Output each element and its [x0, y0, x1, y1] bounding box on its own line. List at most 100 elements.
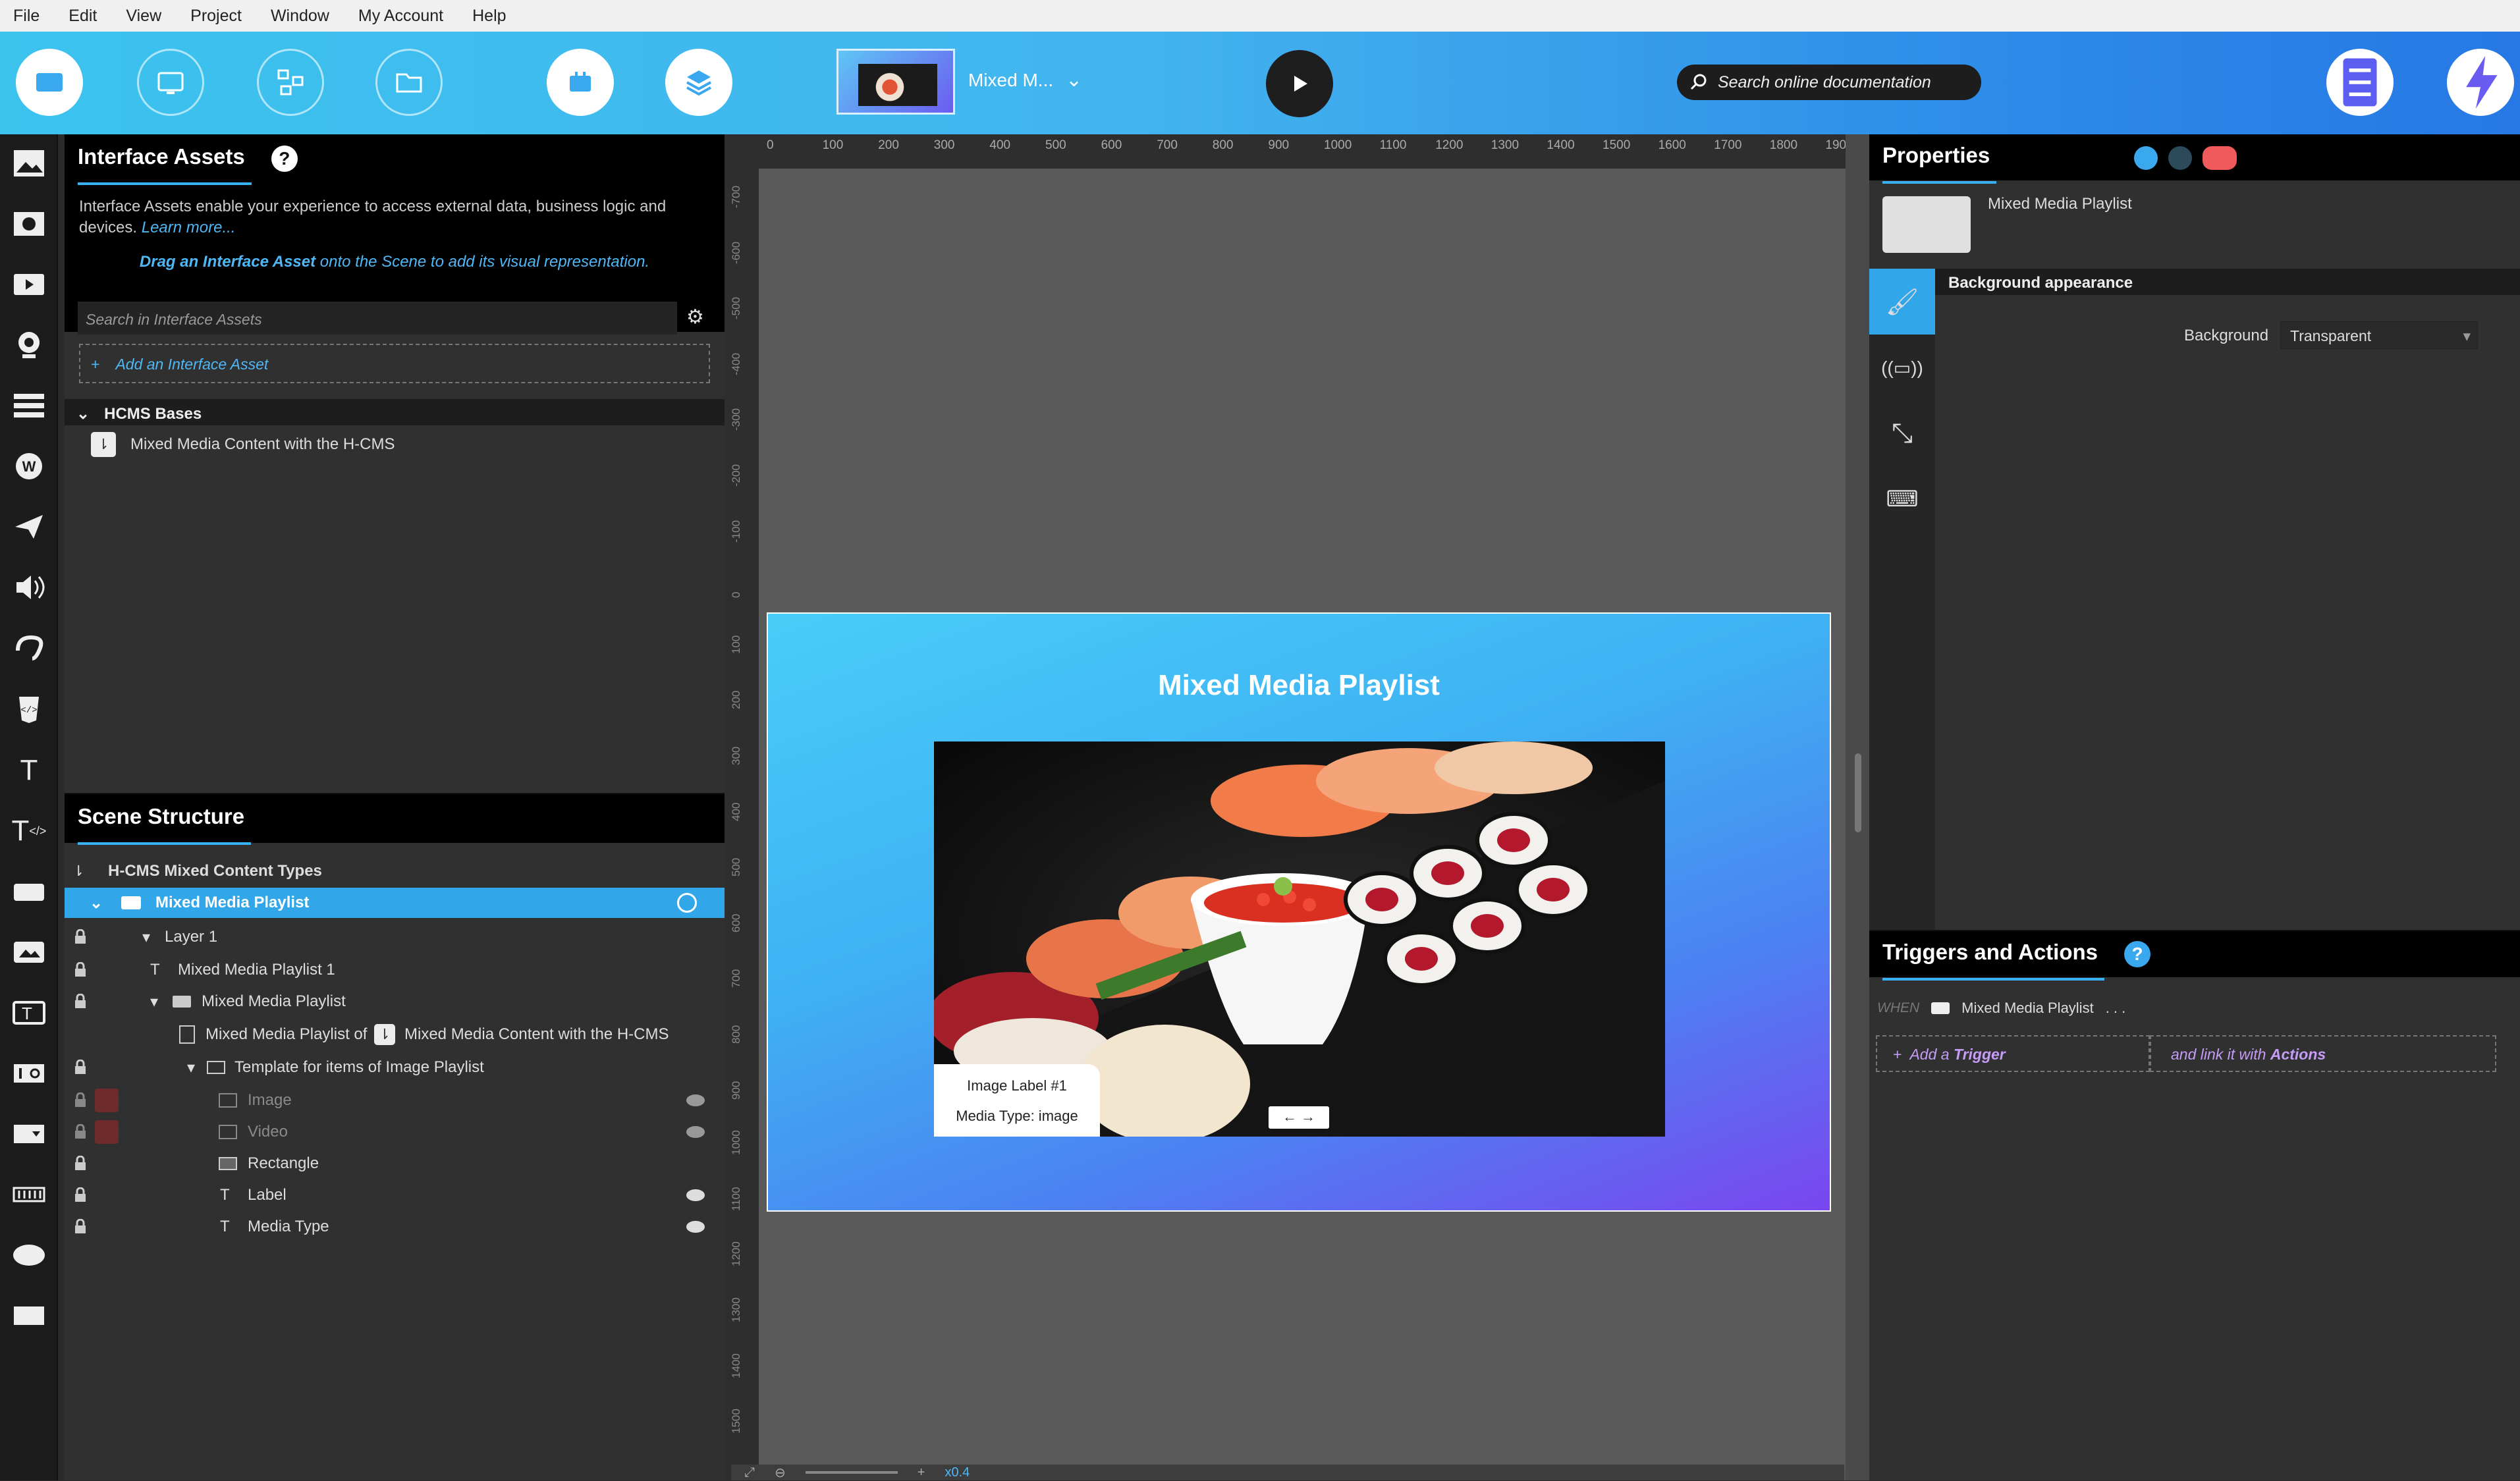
- text-icon[interactable]: T: [9, 751, 49, 790]
- scene-name[interactable]: Mixed M...: [968, 70, 1053, 91]
- publish-button[interactable]: [2447, 49, 2514, 116]
- hcms-asset-item[interactable]: ⇂ Mixed Media Content with the H-CMS: [91, 432, 395, 457]
- visibility-icon[interactable]: [686, 1221, 705, 1233]
- add-trigger-button[interactable]: + Add a Trigger: [1876, 1035, 2150, 1072]
- web-widget-icon[interactable]: W: [9, 446, 49, 486]
- tree-row-template[interactable]: ▾ Template for items of Image Playlist: [65, 1052, 725, 1083]
- menu-edit[interactable]: Edit: [68, 7, 97, 26]
- lock-icon[interactable]: [74, 1187, 87, 1203]
- menu-window[interactable]: Window: [271, 7, 329, 26]
- input-field-icon[interactable]: [9, 1054, 49, 1093]
- widgets-button[interactable]: [547, 49, 614, 116]
- audio-icon[interactable]: [9, 568, 49, 607]
- assets-search-input[interactable]: Search in Interface Assets: [78, 302, 677, 335]
- scene-structure-title[interactable]: Scene Structure: [78, 804, 252, 845]
- link-icon[interactable]: [2134, 146, 2158, 170]
- frame-icon[interactable]: ((▭)): [1869, 335, 1935, 400]
- hidden-eye-icon[interactable]: [95, 1120, 119, 1144]
- properties-title[interactable]: Properties: [1882, 143, 1997, 184]
- brush-icon[interactable]: 🖌: [1869, 269, 1935, 335]
- scene-stage[interactable]: Mixed Media Playlist Image Label #1 Medi…: [767, 612, 1831, 1212]
- webcam-icon[interactable]: [9, 325, 49, 365]
- lock-icon[interactable]: [74, 1059, 87, 1075]
- visibility-icon[interactable]: [686, 1189, 705, 1201]
- media-player-icon[interactable]: [9, 265, 49, 304]
- devices-button[interactable]: [137, 49, 204, 116]
- lock-icon[interactable]: [74, 1092, 87, 1108]
- tree-row-video[interactable]: Video: [65, 1117, 725, 1147]
- focus-icon[interactable]: [677, 893, 697, 913]
- animation-icon[interactable]: [9, 628, 49, 668]
- image-widget-icon[interactable]: [9, 144, 49, 183]
- learn-more-link[interactable]: Learn more...: [142, 219, 236, 236]
- background-select[interactable]: Transparent ▾: [2280, 321, 2478, 349]
- rectangle-widget-icon[interactable]: [9, 872, 49, 911]
- tree-row-playlist-of[interactable]: Mixed Media Playlist of ⇂ Mixed Media Co…: [65, 1019, 725, 1050]
- help-icon[interactable]: ?: [2124, 941, 2151, 967]
- text-button-icon[interactable]: T: [9, 993, 49, 1033]
- dropdown-widget-icon[interactable]: [9, 1114, 49, 1154]
- stage-title[interactable]: Mixed Media Playlist: [768, 669, 1830, 702]
- tree-row-image[interactable]: Image: [65, 1085, 725, 1116]
- documentation-search[interactable]: Search online documentation: [1677, 65, 1981, 100]
- network-button[interactable]: [257, 49, 324, 116]
- visibility-icon[interactable]: [686, 1094, 705, 1106]
- triggers-title[interactable]: Triggers and Actions: [1882, 940, 2105, 981]
- more-dots[interactable]: . . .: [2106, 1000, 2126, 1017]
- lock-icon[interactable]: [74, 1218, 87, 1235]
- media-label-box[interactable]: Image Label #1 Media Type: image: [934, 1064, 1100, 1137]
- tag-icon[interactable]: [2203, 146, 2237, 170]
- keyboard-icon[interactable]: ⌨: [1869, 466, 1935, 532]
- ellipse-widget-icon[interactable]: [9, 1235, 49, 1275]
- help-icon[interactable]: ?: [271, 146, 298, 172]
- files-button[interactable]: [375, 49, 443, 116]
- hcms-bases-group[interactable]: ⌄ HCMS Bases: [65, 399, 725, 425]
- lock-icon[interactable]: [74, 961, 87, 978]
- hidden-eye-icon[interactable]: [95, 1089, 119, 1112]
- fit-icon[interactable]: ⤢: [744, 1465, 755, 1480]
- visibility-icon[interactable]: [686, 1126, 705, 1138]
- scene-thumbnail[interactable]: [836, 49, 955, 115]
- video-widget-icon[interactable]: [9, 204, 49, 244]
- tree-row-text1[interactable]: T Mixed Media Playlist 1: [65, 955, 725, 985]
- canvas-vertical-scrollbar[interactable]: [1846, 134, 1869, 1480]
- tasks-button[interactable]: [2326, 49, 2394, 116]
- add-interface-asset-button[interactable]: + Add an Interface Asset: [79, 344, 710, 383]
- gear-icon[interactable]: ⚙: [686, 306, 704, 329]
- link-actions-button[interactable]: and link it with Actions: [2150, 1035, 2496, 1072]
- lock-icon[interactable]: [74, 929, 87, 945]
- tree-row-selected[interactable]: ⌄ Mixed Media Playlist: [65, 888, 725, 918]
- tree-row-layer[interactable]: ▾ Layer 1: [65, 922, 725, 952]
- rich-text-icon[interactable]: T </>: [9, 811, 49, 851]
- playlist-nav-arrows[interactable]: ← →: [1269, 1106, 1329, 1129]
- tree-row-media-type[interactable]: T Media Type: [65, 1212, 725, 1242]
- play-button[interactable]: [1266, 50, 1333, 117]
- zoom-slider[interactable]: [805, 1471, 898, 1474]
- lock-icon[interactable]: [74, 1123, 87, 1140]
- tree-row-root[interactable]: ⇂ H-CMS Mixed Content Types: [65, 856, 725, 886]
- chevron-down-icon[interactable]: ⌄: [1066, 68, 1082, 92]
- paper-plane-icon[interactable]: [9, 507, 49, 547]
- html-widget-icon[interactable]: </>: [9, 689, 49, 728]
- menu-help[interactable]: Help: [472, 7, 506, 26]
- no-interaction-icon[interactable]: ⤡: [1869, 400, 1935, 466]
- tree-row-label[interactable]: T Label: [65, 1180, 725, 1210]
- layers-button[interactable]: [665, 49, 732, 116]
- menu-project[interactable]: Project: [190, 7, 242, 26]
- globe-icon[interactable]: [2168, 146, 2192, 170]
- menu-file[interactable]: File: [13, 7, 40, 26]
- zoom-out-icon[interactable]: ⊖: [775, 1465, 786, 1481]
- menu-my-account[interactable]: My Account: [358, 7, 443, 26]
- tree-row-rectangle[interactable]: Rectangle: [65, 1148, 725, 1179]
- when-row[interactable]: WHEN Mixed Media Playlist . . .: [1877, 1000, 2125, 1017]
- zoom-in-icon[interactable]: +: [918, 1465, 925, 1480]
- list-widget-icon[interactable]: [9, 386, 49, 425]
- rectangle-shape-icon[interactable]: [9, 1296, 49, 1335]
- assets-title[interactable]: Interface Assets: [78, 144, 252, 185]
- menu-view[interactable]: View: [126, 7, 161, 26]
- new-scene-button[interactable]: [16, 49, 83, 116]
- lock-icon[interactable]: [74, 993, 87, 1010]
- slider-widget-icon[interactable]: [9, 1175, 49, 1214]
- tree-row-playlist[interactable]: ▾ Mixed Media Playlist: [65, 986, 725, 1017]
- lock-icon[interactable]: [74, 1155, 87, 1171]
